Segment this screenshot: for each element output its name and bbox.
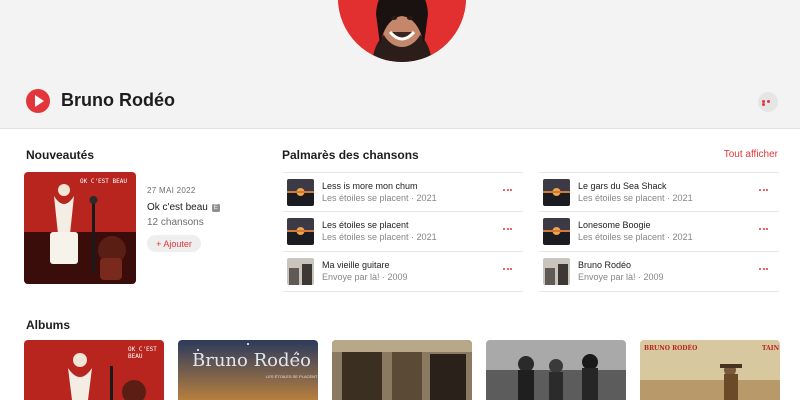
song-artwork xyxy=(287,258,314,285)
artist-more-button[interactable] xyxy=(758,92,778,112)
ellipsis-icon[interactable] xyxy=(503,189,517,195)
song-row[interactable]: Les étoiles se placent Les étoiles se pl… xyxy=(283,212,523,252)
release-track-count: 12 chansons xyxy=(147,217,204,228)
ellipsis-icon[interactable] xyxy=(503,268,517,274)
new-releases-heading: Nouveautés xyxy=(26,148,95,162)
song-row[interactable]: Less is more mon chum Les étoiles se pla… xyxy=(283,172,523,212)
album-card[interactable]: BRUNO RODÉO TAIN xyxy=(640,340,780,400)
ellipsis-icon[interactable] xyxy=(759,228,773,234)
song-row[interactable]: Ma vieille guitare Envoye par là! · 2009 xyxy=(283,252,523,292)
song-subtitle: Les étoiles se placent · 2021 xyxy=(578,232,693,242)
artist-header: Bruno Rodéo xyxy=(0,0,800,129)
add-button[interactable]: + Ajouter xyxy=(147,235,201,252)
song-artwork xyxy=(543,218,570,245)
artist-photo xyxy=(338,0,466,62)
song-title: Lonesome Boogie xyxy=(578,220,651,230)
songs-column-right: Le gars du Sea Shack Les étoiles se plac… xyxy=(539,172,779,292)
songs-column-left: Less is more mon chum Les étoiles se pla… xyxy=(283,172,523,292)
song-title: Less is more mon chum xyxy=(322,181,418,191)
song-row[interactable]: Le gars du Sea Shack Les étoiles se plac… xyxy=(539,172,779,212)
song-artwork xyxy=(543,258,570,285)
song-subtitle: Les étoiles se placent · 2021 xyxy=(322,193,437,203)
song-subtitle: Les étoiles se placent · 2021 xyxy=(578,193,693,203)
release-title-text: Ok c'est beau xyxy=(147,202,208,213)
album-cover-subtext: TAIN xyxy=(762,345,780,352)
ellipsis-icon xyxy=(762,100,774,106)
song-title: Ma vieille guitare xyxy=(322,260,390,270)
song-row[interactable]: Bruno Rodéo Envoye par là! · 2009 xyxy=(539,252,779,292)
release-title[interactable]: Ok c'est beau E xyxy=(147,202,220,213)
album-card[interactable]: OK C'EST BEAU xyxy=(24,340,164,400)
song-subtitle: Envoye par là! · 2009 xyxy=(578,272,664,282)
ellipsis-icon[interactable] xyxy=(503,228,517,234)
play-icon xyxy=(35,95,44,107)
song-artwork xyxy=(287,179,314,206)
play-button[interactable] xyxy=(26,89,50,113)
album-cover-text: BRUNO RODÉO xyxy=(644,345,698,352)
album-cover-text: OK C'EST BEAU xyxy=(128,346,157,360)
top-songs-heading: Palmarès des chansons xyxy=(282,148,419,162)
song-title: Le gars du Sea Shack xyxy=(578,181,667,191)
album-card[interactable] xyxy=(332,340,472,400)
album-cover-subtext: LES ÉTOILES SE PLACENT xyxy=(266,374,318,379)
song-subtitle: Les étoiles se placent · 2021 xyxy=(322,232,437,242)
song-title: Bruno Rodéo xyxy=(578,260,632,270)
ellipsis-icon[interactable] xyxy=(759,268,773,274)
album-cover-text: Bruno Rodéo xyxy=(192,350,311,371)
explicit-badge: E xyxy=(211,204,220,212)
albums-heading: Albums xyxy=(26,318,71,332)
song-artwork xyxy=(287,218,314,245)
song-subtitle: Envoye par là! · 2009 xyxy=(322,272,408,282)
cover-text: OK C'EST BEAU xyxy=(80,178,127,185)
ellipsis-icon[interactable] xyxy=(759,189,773,195)
album-card[interactable]: Bruno Rodéo LES ÉTOILES SE PLACENT xyxy=(178,340,318,400)
song-title: Les étoiles se placent xyxy=(322,220,409,230)
release-date: 27 MAI 2022 xyxy=(147,186,196,195)
album-card[interactable] xyxy=(486,340,626,400)
song-row[interactable]: Lonesome Boogie Les étoiles se placent ·… xyxy=(539,212,779,252)
see-all-link[interactable]: Tout afficher xyxy=(700,149,778,160)
latest-release-cover[interactable]: OK C'EST BEAU xyxy=(24,172,136,284)
artist-name: Bruno Rodéo xyxy=(61,90,175,110)
song-artwork xyxy=(543,179,570,206)
